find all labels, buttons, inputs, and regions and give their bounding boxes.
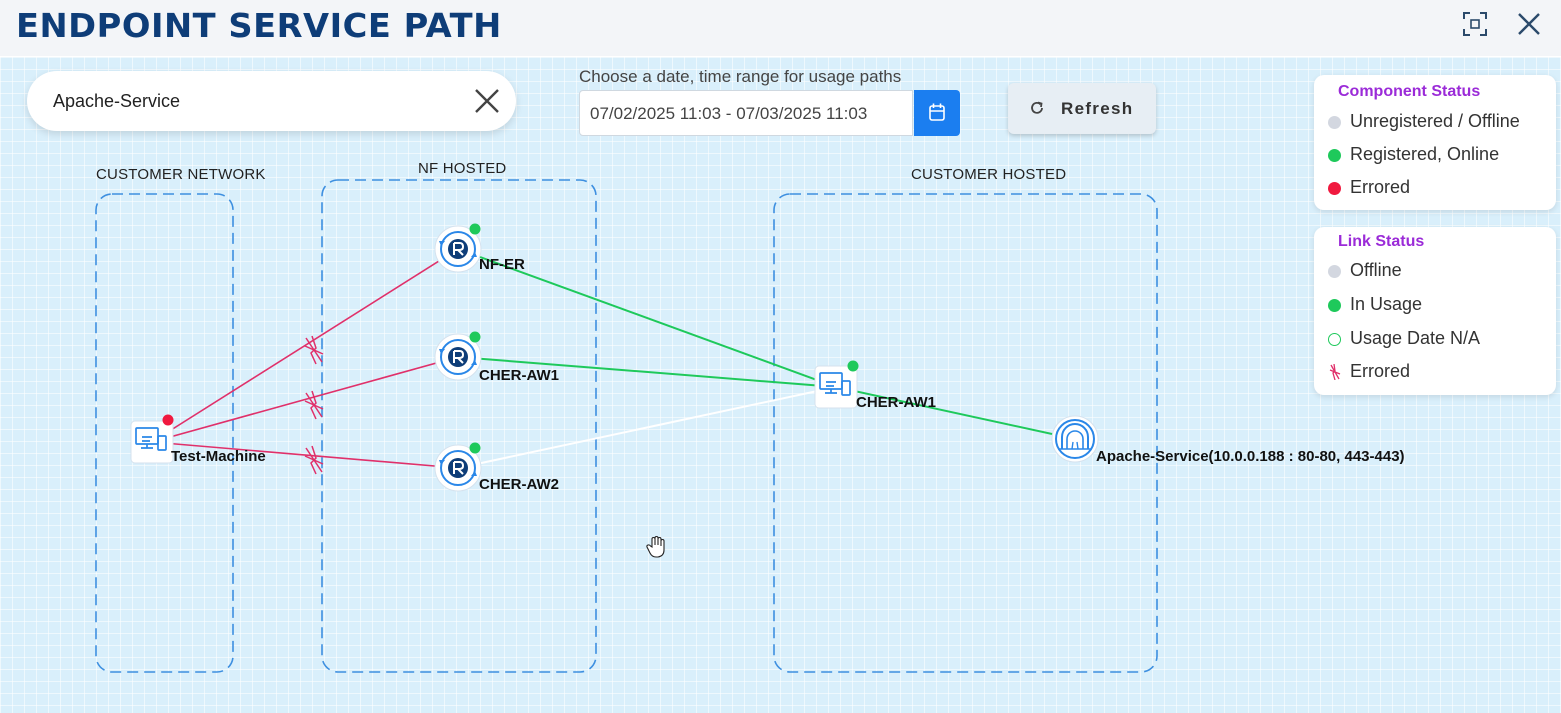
legend-label: Errored bbox=[1350, 361, 1411, 381]
calendar-button[interactable] bbox=[914, 90, 960, 136]
node-label-apache-service: Apache-Service(10.0.0.188 : 80-80, 443-4… bbox=[1096, 448, 1405, 465]
legend-label: Offline bbox=[1350, 260, 1402, 280]
node-cher-aw1-router[interactable] bbox=[434, 331, 482, 381]
close-icon[interactable] bbox=[471, 85, 503, 117]
refresh-icon bbox=[1031, 101, 1043, 114]
calendar-icon bbox=[929, 103, 945, 121]
status-dot-online bbox=[847, 360, 859, 372]
status-dot-errored bbox=[162, 414, 174, 426]
fullscreen-icon[interactable] bbox=[1461, 10, 1489, 38]
link-cher-aw2-host[interactable] bbox=[457, 386, 837, 469]
status-dot-icon bbox=[1328, 116, 1341, 129]
page-title: ENDPOINT SERVICE PATH bbox=[16, 6, 502, 45]
node-nf-er[interactable] bbox=[434, 223, 482, 273]
status-dot-icon bbox=[1328, 182, 1341, 195]
zone-customer-hosted bbox=[773, 193, 1158, 673]
zone-label-nf-hosted: NF HOSTED bbox=[418, 160, 507, 177]
hand-cursor-icon bbox=[646, 535, 665, 558]
status-dot-icon bbox=[1328, 149, 1341, 162]
link-status-legend: Link Status Offline In Usage Usage Date … bbox=[1314, 227, 1556, 395]
zone-label-customer-network: CUSTOMER NETWORK bbox=[96, 166, 266, 183]
status-dot-icon bbox=[1328, 265, 1341, 278]
status-ring-icon bbox=[1328, 333, 1341, 346]
legend-label: Errored bbox=[1350, 177, 1411, 197]
legend-title: Component Status bbox=[1338, 83, 1481, 100]
legend-label: Usage Date N/A bbox=[1350, 328, 1481, 348]
node-test-machine[interactable] bbox=[130, 414, 174, 464]
node-label-cher-aw2-router: CHER-AW2 bbox=[479, 476, 560, 493]
search-box bbox=[27, 71, 516, 131]
errored-link-marker bbox=[304, 445, 324, 475]
date-range-input[interactable]: 07/02/2025 11:03 - 07/03/2025 11:03 bbox=[579, 90, 913, 136]
refresh-button[interactable]: Refresh bbox=[1008, 83, 1156, 134]
date-range-label: Choose a date, time range for usage path… bbox=[579, 67, 902, 86]
date-range-value: 07/02/2025 11:03 - 07/03/2025 11:03 bbox=[590, 104, 868, 123]
legend-label: Unregistered / Offline bbox=[1350, 111, 1520, 131]
errored-link-icon bbox=[1329, 364, 1341, 380]
node-apache-service[interactable] bbox=[1051, 415, 1099, 463]
search-input[interactable] bbox=[53, 88, 453, 114]
close-icon[interactable] bbox=[1515, 10, 1543, 38]
legend-title: Link Status bbox=[1338, 233, 1425, 250]
status-dot-icon bbox=[1328, 299, 1341, 312]
node-label-test-machine: Test-Machine bbox=[171, 448, 266, 465]
node-cher-aw1-host[interactable] bbox=[814, 360, 859, 409]
component-status-legend: Component Status Unregistered / Offline … bbox=[1314, 75, 1556, 210]
status-dot-online bbox=[469, 223, 481, 235]
refresh-label: Refresh bbox=[1061, 99, 1134, 118]
link-test-machine-nf-er[interactable] bbox=[151, 248, 459, 443]
title-bar: ENDPOINT SERVICE PATH bbox=[0, 0, 1561, 56]
node-label-cher-aw1-host: CHER-AW1 bbox=[856, 394, 937, 411]
legend-label: In Usage bbox=[1350, 294, 1423, 314]
topology-canvas[interactable]: CUSTOMER NETWORK NF HOSTED CUSTOMER HOST… bbox=[0, 57, 1561, 713]
errored-link-marker bbox=[304, 335, 324, 365]
zone-label-customer-hosted: CUSTOMER HOSTED bbox=[911, 166, 1067, 183]
link-test-machine-cher-aw1[interactable] bbox=[151, 356, 459, 443]
node-label-cher-aw1-router: CHER-AW1 bbox=[479, 367, 560, 384]
node-label-nf-er: NF-ER bbox=[479, 256, 525, 273]
node-cher-aw2-router[interactable] bbox=[434, 442, 482, 492]
legend-label: Registered, Online bbox=[1350, 144, 1500, 164]
status-dot-online bbox=[469, 331, 481, 343]
status-dot-online bbox=[469, 442, 481, 454]
